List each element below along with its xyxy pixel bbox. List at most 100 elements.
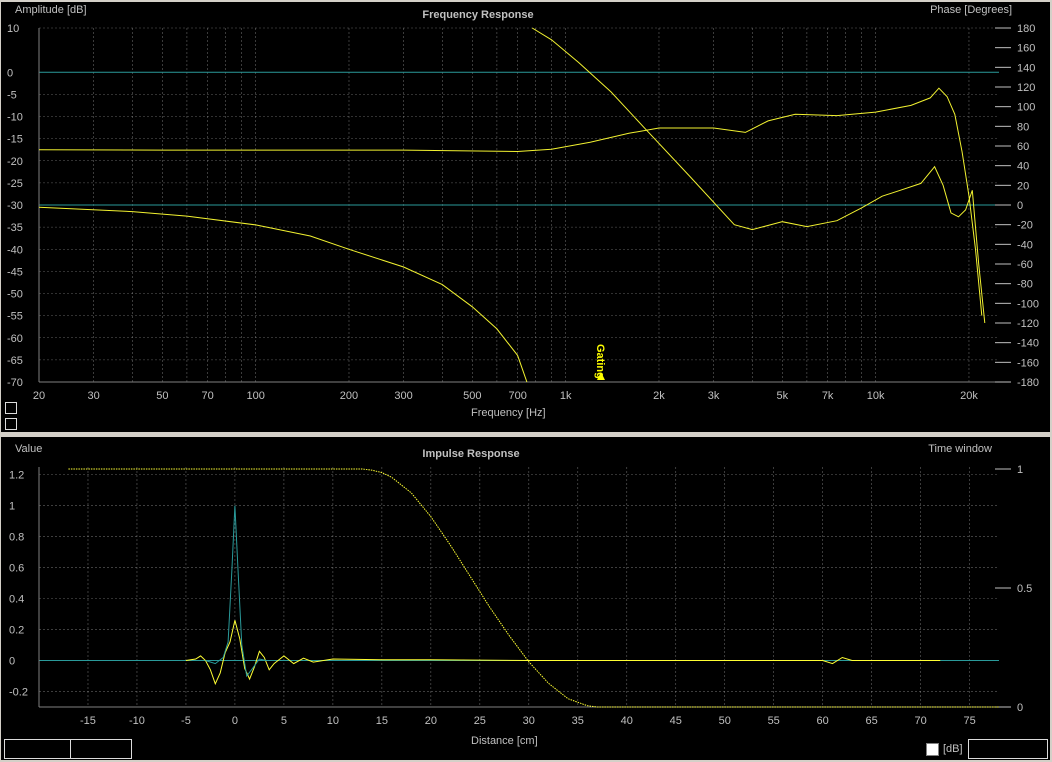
frequency-tick-label: 3k: [708, 390, 720, 402]
amplitude-tick-label: -15: [7, 134, 23, 146]
phase-tick-label: -100: [1017, 298, 1039, 310]
distance-tick-label: 55: [768, 715, 780, 727]
frequency-tick-label: 200: [340, 390, 358, 402]
frequency-tick-label: 5k: [777, 390, 789, 402]
amplitude-tick-label: -10: [7, 112, 23, 124]
impulse-response-panel: 1.2 1 0.8 0.6 0.4 0.2 0 -0.2 1 0.5 0 -15 -10 -5 0 5 10 15…: [1, 437, 1050, 760]
window-start-field[interactable]: [4, 739, 72, 759]
frequency-tick-label: 20k: [960, 390, 978, 402]
frequency-tick-label: 100: [246, 390, 264, 402]
value-tick-label: 0.4: [9, 594, 24, 606]
phase-tick-label: 140: [1017, 62, 1035, 74]
frequency-response-plot: 100-5-10-15-20-25-30-35-40-45-50-55-60-6…: [7, 23, 1039, 402]
value-axis-label: Value: [15, 443, 43, 455]
phase-tick-label: -140: [1017, 338, 1039, 350]
frequency-tick-label: 2k: [653, 390, 665, 402]
expand-button-top[interactable]: [5, 402, 17, 414]
frequency-tick-label: 10k: [867, 390, 885, 402]
phase-tick-label: -180: [1017, 377, 1039, 389]
distance-tick-label: 10: [327, 715, 339, 727]
distance-tick-label: 45: [670, 715, 682, 727]
frequency-tick-label: 1k: [560, 390, 572, 402]
time-window-tick-label: 1: [1017, 464, 1023, 476]
phase-axis-label: Phase [Degrees]: [930, 4, 1012, 16]
frequency-series-2: [38, 206, 528, 383]
amplitude-tick-label: -60: [7, 333, 23, 345]
impulse-series-3: [205, 505, 267, 678]
distance-tick-label: 25: [474, 715, 486, 727]
frequency-tick-label: 300: [394, 390, 412, 402]
phase-tick-label: 160: [1017, 43, 1035, 55]
frequency-axis-label: Frequency [Hz]: [471, 407, 546, 419]
amplitude-tick-label: -30: [7, 200, 23, 212]
phase-tick-label: 20: [1017, 180, 1029, 192]
db-value-field[interactable]: [968, 739, 1048, 759]
time-window-axis-label: Time window: [928, 443, 992, 455]
amplitude-tick-label: -5: [7, 89, 17, 101]
amplitude-tick-label: 0: [7, 67, 13, 79]
distance-tick-label: -10: [129, 715, 145, 727]
distance-tick-label: 75: [963, 715, 975, 727]
impulse-response-title: Impulse Response: [422, 448, 520, 460]
phase-tick-label: 180: [1017, 23, 1035, 35]
phase-tick-label: -60: [1017, 259, 1033, 271]
phase-tick-label: -40: [1017, 239, 1033, 251]
amplitude-axis-label: Amplitude [dB]: [15, 4, 87, 16]
gating-marker-label: Gating: [594, 344, 606, 379]
distance-tick-label: 60: [817, 715, 829, 727]
phase-tick-label: -80: [1017, 279, 1033, 291]
distance-tick-label: -15: [80, 715, 96, 727]
distance-tick-label: 30: [523, 715, 535, 727]
amplitude-tick-label: -45: [7, 266, 23, 278]
distance-tick-label: -5: [181, 715, 191, 727]
distance-tick-label: 5: [281, 715, 287, 727]
amplitude-tick-label: -20: [7, 156, 23, 168]
phase-tick-label: 80: [1017, 121, 1029, 133]
distance-tick-label: 0: [232, 715, 238, 727]
distance-tick-label: 40: [621, 715, 633, 727]
distance-tick-label: 70: [915, 715, 927, 727]
frequency-tick-label: 20: [33, 390, 45, 402]
time-window-tick-label: 0.5: [1017, 583, 1032, 595]
frequency-tick-label: 500: [463, 390, 481, 402]
phase-tick-label: -120: [1017, 318, 1039, 330]
time-window-tick-label: 0: [1017, 702, 1023, 714]
frequency-tick-label: 7k: [822, 390, 834, 402]
phase-tick-label: -20: [1017, 220, 1033, 232]
phase-tick-label: 60: [1017, 141, 1029, 153]
impulse-series-1: [68, 468, 999, 708]
value-tick-label: 0: [9, 656, 15, 668]
amplitude-tick-label: -25: [7, 178, 23, 190]
amplitude-tick-label: -35: [7, 222, 23, 234]
frequency-response-panel: 10 0 -5 -10 -15 -20 -25 -30 -35 -40 -45 -50 -55 -60 -6…: [1, 2, 1050, 432]
value-tick-label: 1: [9, 501, 15, 513]
amplitude-tick-label: 10: [7, 23, 19, 35]
db-checkbox-label: [dB]: [943, 743, 963, 755]
amplitude-tick-label: -70: [7, 377, 23, 389]
frequency-response-title: Frequency Response: [422, 9, 534, 21]
value-tick-label: -0.2: [9, 687, 28, 699]
distance-axis-label: Distance [cm]: [471, 735, 538, 747]
amplitude-tick-label: -65: [7, 355, 23, 367]
distance-tick-label: 65: [866, 715, 878, 727]
expand-button-bottom[interactable]: [5, 418, 17, 430]
window-end-field[interactable]: [70, 739, 132, 759]
phase-tick-label: 40: [1017, 161, 1029, 173]
amplitude-tick-label: -50: [7, 289, 23, 301]
phase-tick-label: -160: [1017, 357, 1039, 369]
frequency-tick-label: 700: [508, 390, 526, 402]
frequency-series-1: [38, 87, 983, 316]
value-tick-label: 1.2: [9, 470, 24, 482]
amplitude-tick-label: -55: [7, 311, 23, 323]
phase-tick-label: 100: [1017, 102, 1035, 114]
value-tick-label: 0.6: [9, 563, 24, 575]
frequency-tick-label: 50: [156, 390, 168, 402]
distance-tick-label: 20: [425, 715, 437, 727]
db-checkbox[interactable]: [926, 743, 939, 756]
distance-tick-label: 50: [719, 715, 731, 727]
impulse-response-plot: 1.2 1 0.8 0.6 0.4 0.2 0 -0.2 1 0.5 0 -15 -10 -5 0 5 10 15…: [9, 464, 1032, 727]
distance-tick-label: 15: [376, 715, 388, 727]
frequency-tick-label: 70: [202, 390, 214, 402]
phase-tick-label: 120: [1017, 82, 1035, 94]
amplitude-tick-label: -40: [7, 244, 23, 256]
